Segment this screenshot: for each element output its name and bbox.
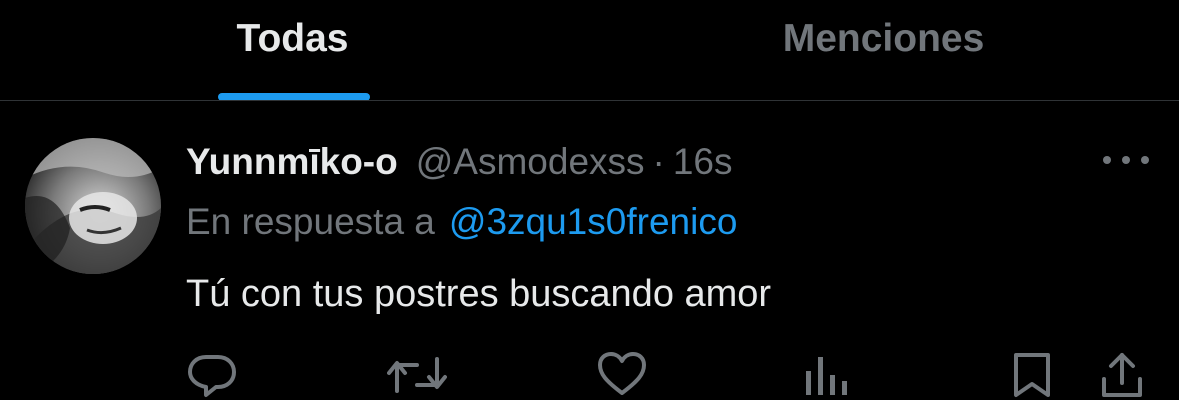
user-handle[interactable]: @Asmodexss [416, 141, 645, 183]
reply-context: En respuesta a @3zqu1s0frenico [186, 197, 737, 247]
tweet[interactable]: Yunnmīko-o @Asmodexss · 16s En respuesta… [0, 101, 1179, 400]
tab-all[interactable]: Todas [0, 0, 589, 100]
reply-prefix: En respuesta a [186, 201, 435, 242]
tweet-text: Tú con tus postres buscando amor [186, 273, 772, 315]
timestamp[interactable]: 16s [673, 141, 733, 183]
notification-tabs: Todas Menciones [0, 0, 1179, 101]
reply-icon[interactable] [186, 351, 238, 399]
separator-dot: · [652, 141, 665, 182]
retweet-icon[interactable] [387, 351, 447, 399]
share-icon[interactable] [1098, 351, 1150, 399]
tab-mentions-label: Menciones [782, 17, 985, 60]
reply-to-link[interactable]: @3zqu1s0frenico [449, 201, 738, 243]
display-name[interactable]: Yunnmīko-o [186, 141, 398, 183]
tweet-header: Yunnmīko-o @Asmodexss · 16s [186, 137, 733, 187]
avatar[interactable] [25, 138, 161, 274]
bookmark-icon[interactable] [1010, 351, 1062, 399]
tab-mentions[interactable]: Menciones [589, 0, 1178, 100]
heart-icon[interactable] [596, 351, 648, 399]
analytics-icon[interactable] [804, 351, 856, 399]
more-horizontal-icon[interactable] [1103, 153, 1149, 167]
tab-all-label: Todas [236, 17, 349, 60]
